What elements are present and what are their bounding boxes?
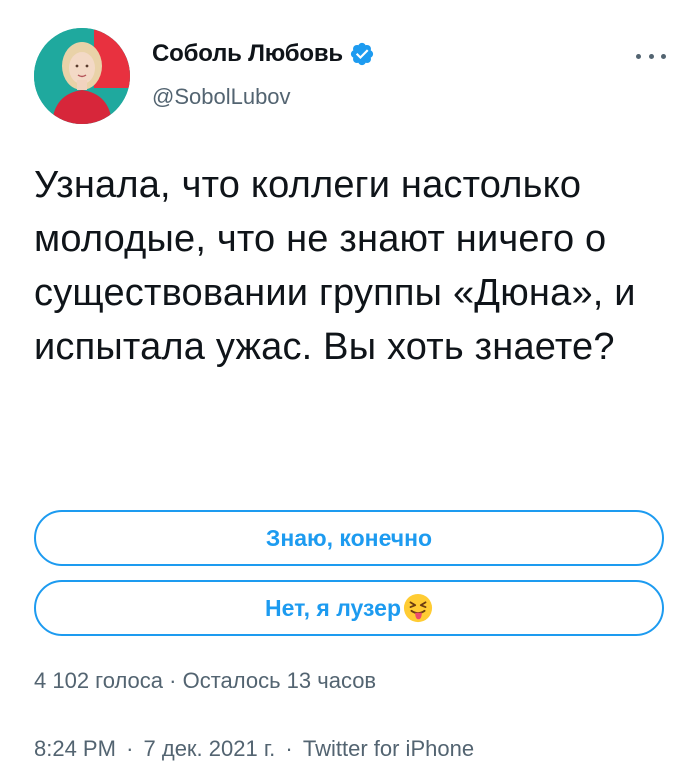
tweet-source[interactable]: Twitter for iPhone <box>303 736 474 761</box>
more-dot <box>636 53 641 59</box>
author-handle[interactable]: @SobolLubov <box>152 84 291 110</box>
author-name-row[interactable]: Соболь Любовь <box>152 40 375 68</box>
tweet-date[interactable]: 7 дек. 2021 г. <box>144 736 276 761</box>
poll-option-label: Нет, я лузер <box>265 594 401 621</box>
separator: · <box>285 736 293 761</box>
poll-results-info: 4 102 голоса · Осталось 13 часов <box>34 668 376 694</box>
more-dot <box>648 53 654 59</box>
squinting-face-with-tongue-icon <box>403 593 433 623</box>
separator: · <box>169 668 177 693</box>
avatar-image <box>34 28 130 124</box>
author-display-name[interactable]: Соболь Любовь <box>152 40 343 68</box>
tweet-text: Узнала, что коллеги настолько молодые, ч… <box>34 164 636 368</box>
tweet-time[interactable]: 8:24 PM <box>34 736 116 761</box>
more-dot <box>661 53 666 59</box>
separator: · <box>126 736 134 761</box>
poll-option-1[interactable]: Знаю, конечно <box>34 510 664 566</box>
tweet-metadata: 8:24 PM · 7 дек. 2021 г. · Twitter for i… <box>34 736 474 762</box>
poll-option-2[interactable]: Нет, я лузер <box>34 580 664 636</box>
poll-vote-count: 4 102 голоса <box>34 668 164 693</box>
poll-option-label: Знаю, конечно <box>265 524 433 551</box>
verified-badge-icon <box>350 42 374 66</box>
avatar[interactable] <box>34 28 130 124</box>
more-options-icon[interactable] <box>636 46 666 66</box>
poll-time-remaining: Осталось 13 часов <box>182 668 377 693</box>
